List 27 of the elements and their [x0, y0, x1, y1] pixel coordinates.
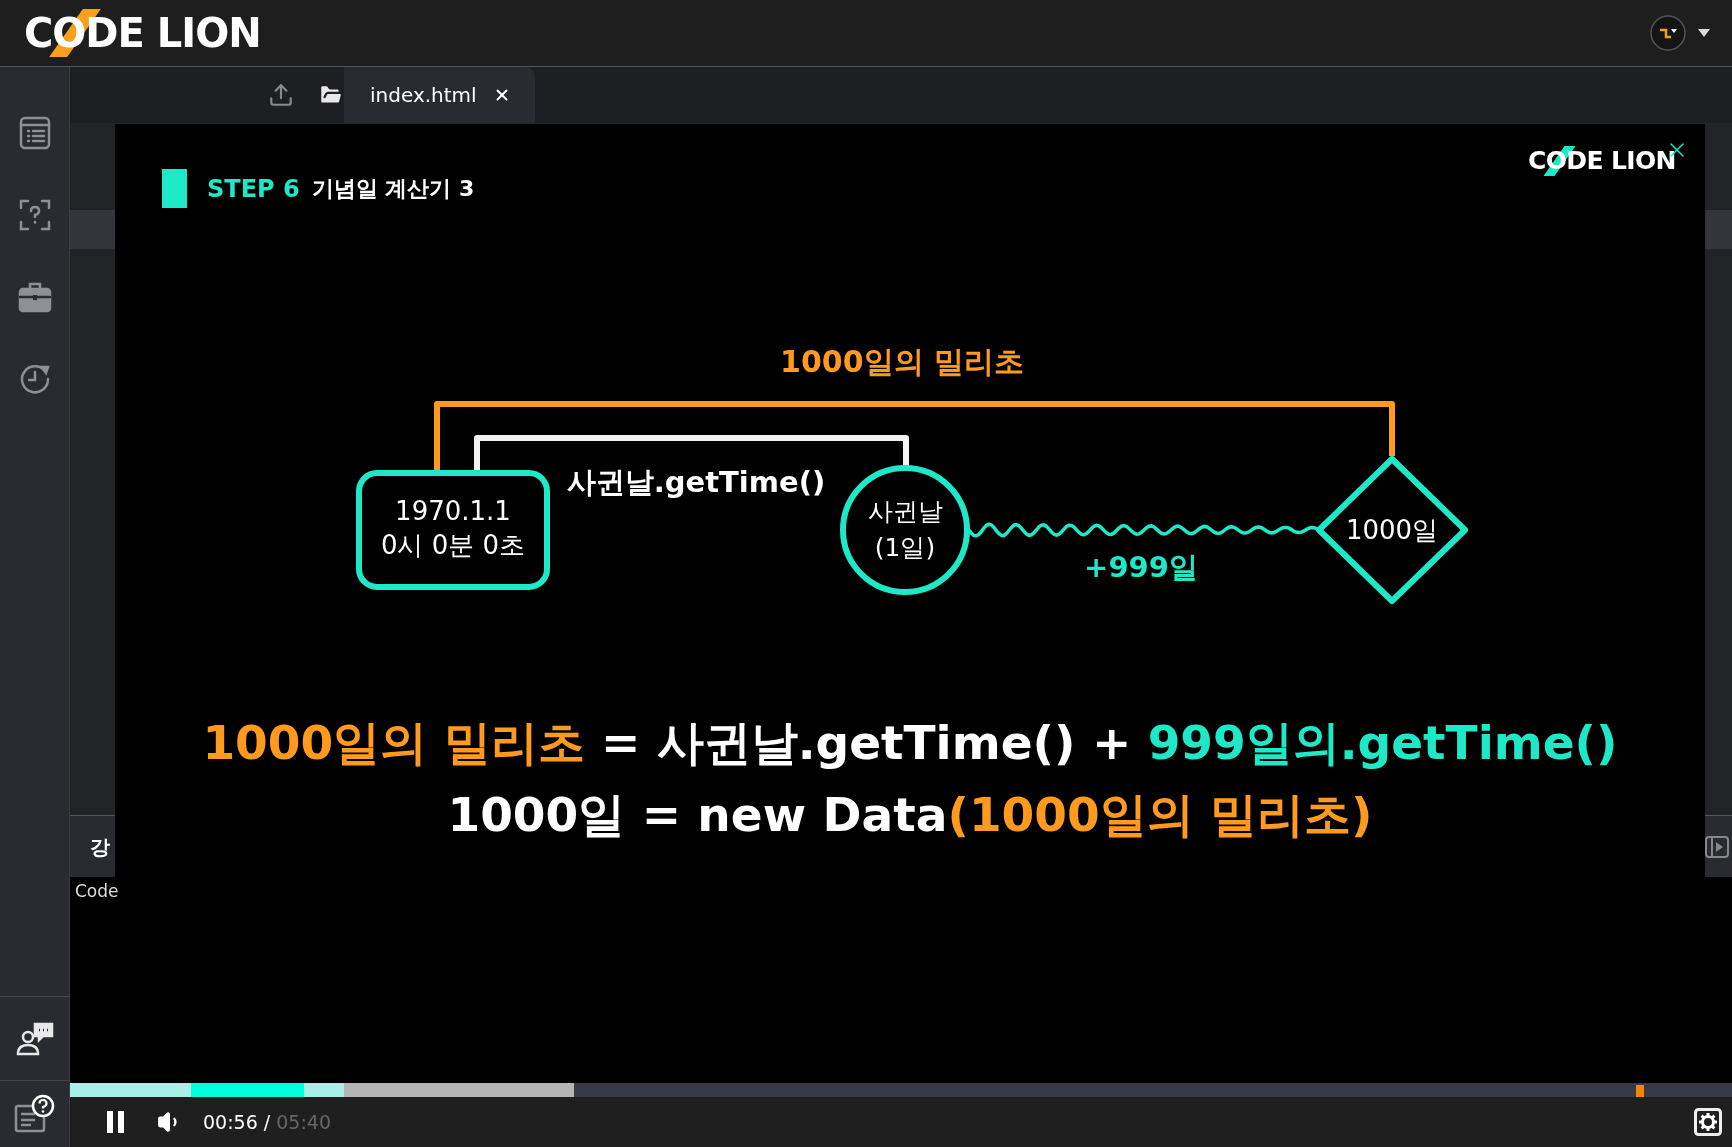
bracket-label: 1000일의 밀리초 [780, 344, 1024, 379]
day-node-text: 사귄날 [867, 497, 943, 526]
panel-label: 강 [90, 833, 110, 861]
step-label: STEP 6 [207, 173, 300, 205]
bookmark-marker[interactable] [1636, 1085, 1644, 1097]
file-tab[interactable]: index.html [344, 67, 535, 123]
time-display: 00:56 / 05:40 [203, 1109, 331, 1135]
day-node-text: (1일) [874, 533, 936, 562]
progress-track[interactable] [70, 1083, 1732, 1097]
start-node-text: 1970.1.1 [395, 496, 511, 526]
help-document-icon[interactable] [12, 1094, 57, 1134]
user-chat-icon[interactable] [14, 1020, 55, 1057]
end-node-text: 1000일 [1345, 515, 1439, 545]
caret-icon[interactable] [1698, 29, 1710, 37]
start-node-text: 0시 0분 0초 [380, 530, 526, 560]
wave-label: +999일 [1084, 550, 1198, 584]
formula-text: 1000일 = new Data(1000일의 밀리초) [447, 786, 1373, 844]
output-label: Code [75, 881, 119, 901]
video-panel-icon[interactable] [1705, 835, 1729, 858]
settings-icon[interactable] [1694, 1108, 1722, 1136]
avatar-icon[interactable] [1650, 15, 1686, 51]
slide-title: 기념일 계산기 3 [311, 175, 475, 203]
step-marker [162, 169, 187, 208]
link-label: 사귄날.getTime() [566, 465, 826, 499]
upload-icon[interactable] [268, 82, 294, 108]
pause-icon[interactable] [106, 1111, 126, 1133]
formula-text: 1000일의 밀리초 = 사귄날.getTime() + 999일의.getTime() [202, 714, 1618, 772]
